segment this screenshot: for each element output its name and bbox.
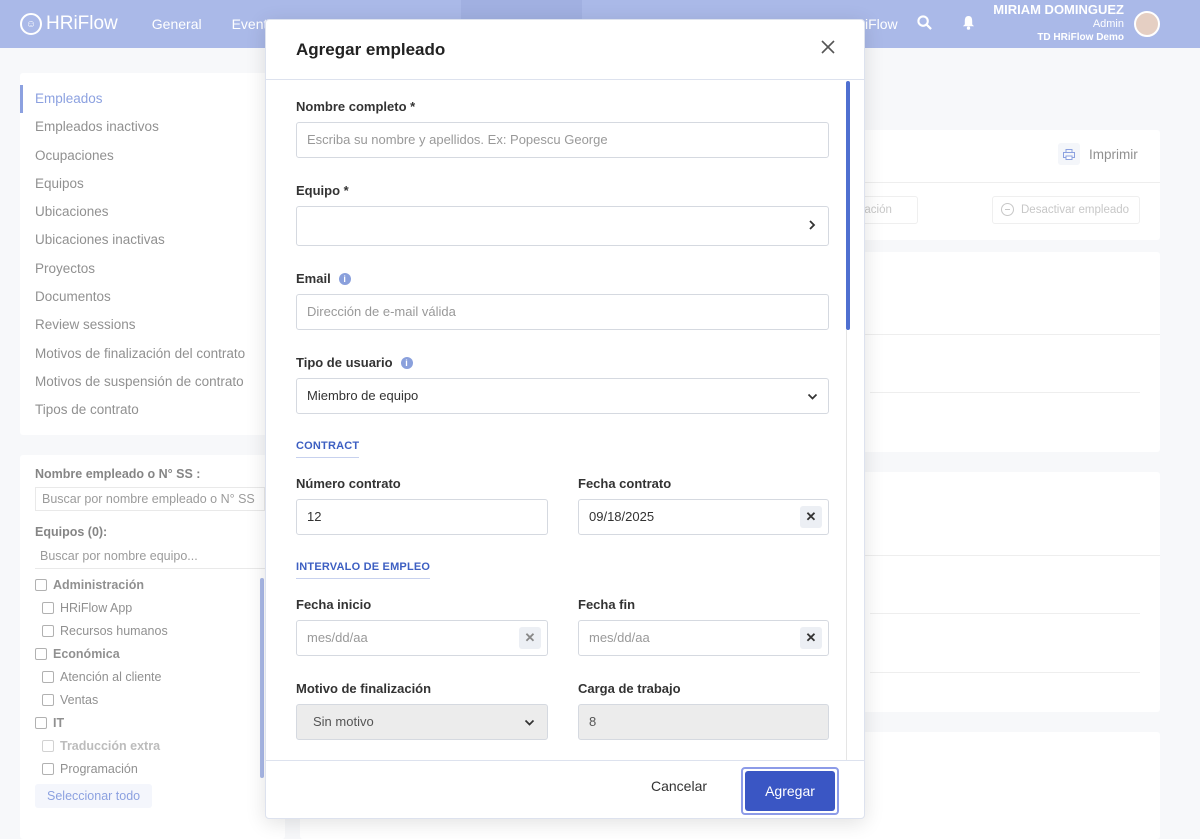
contract-date-label: Fecha contrato [578, 476, 672, 491]
contract-date-input[interactable]: 09/18/2025 ✕ [578, 499, 829, 535]
modal-header: Agregar empleado [266, 20, 864, 80]
workload-label: Carga de trabajo [578, 681, 681, 696]
user-type-select[interactable]: Miembro de equipo [296, 378, 829, 414]
workload-input[interactable]: 8 [578, 704, 829, 740]
end-date-placeholder: mes/dd/aa [589, 630, 650, 645]
full-name-label: Nombre completo * [296, 99, 416, 114]
user-type-value: Miembro de equipo [307, 388, 419, 403]
info-icon[interactable]: i [338, 273, 351, 285]
start-date-label: Fecha inicio [296, 597, 372, 612]
chevron-right-icon [808, 207, 816, 245]
chevron-down-icon [807, 379, 818, 413]
cancel-button[interactable]: Cancelar [651, 778, 707, 794]
interval-section-title: INTERVALO DE EMPLEO [296, 561, 431, 579]
end-date-input[interactable]: mes/dd/aa ✕ [578, 620, 829, 656]
end-date-label: Fecha fin [578, 597, 636, 612]
user-type-label-row: Tipo de usuario i [296, 355, 413, 370]
add-button-focus-ring: Agregar [741, 767, 839, 815]
contract-number-label: Número contrato [296, 476, 401, 491]
modal-footer: Cancelar Agregar [266, 760, 864, 819]
team-selector[interactable] [296, 206, 829, 246]
user-type-label: Tipo de usuario [296, 355, 393, 370]
modal-scrollbar[interactable] [846, 81, 850, 330]
chevron-down-icon [524, 705, 535, 739]
clear-icon[interactable]: ✕ [800, 506, 822, 528]
team-label: Equipo * [296, 183, 349, 198]
clear-icon[interactable]: ✕ [800, 627, 822, 649]
add-button[interactable]: Agregar [745, 771, 835, 811]
add-employee-modal: Agregar empleado Nombre completo * Escri… [265, 19, 865, 819]
full-name-input[interactable]: Escriba su nombre y apellidos. Ex: Popes… [296, 122, 829, 158]
close-icon[interactable] [819, 39, 837, 57]
termination-reason-select[interactable]: Sin motivo [296, 704, 548, 740]
start-date-placeholder: mes/dd/aa [307, 630, 368, 645]
clear-icon[interactable]: ✕ [519, 627, 541, 649]
modal-title: Agregar empleado [296, 39, 446, 59]
termination-reason-label: Motivo de finalización [296, 681, 432, 696]
termination-reason-value: Sin motivo [313, 714, 374, 729]
email-label: Email [296, 271, 331, 286]
contract-section-title: CONTRACT [296, 440, 360, 458]
modal-body: Nombre completo * Escriba su nombre y ap… [266, 81, 864, 761]
scroll-track [846, 330, 847, 761]
email-label-row: Email i [296, 271, 351, 286]
contract-number-input[interactable]: 12 [296, 499, 548, 535]
info-icon[interactable]: i [400, 357, 413, 369]
contract-date-value: 09/18/2025 [589, 509, 655, 524]
start-date-input[interactable]: mes/dd/aa ✕ [296, 620, 548, 656]
email-input[interactable]: Dirección de e-mail válida [296, 294, 829, 330]
